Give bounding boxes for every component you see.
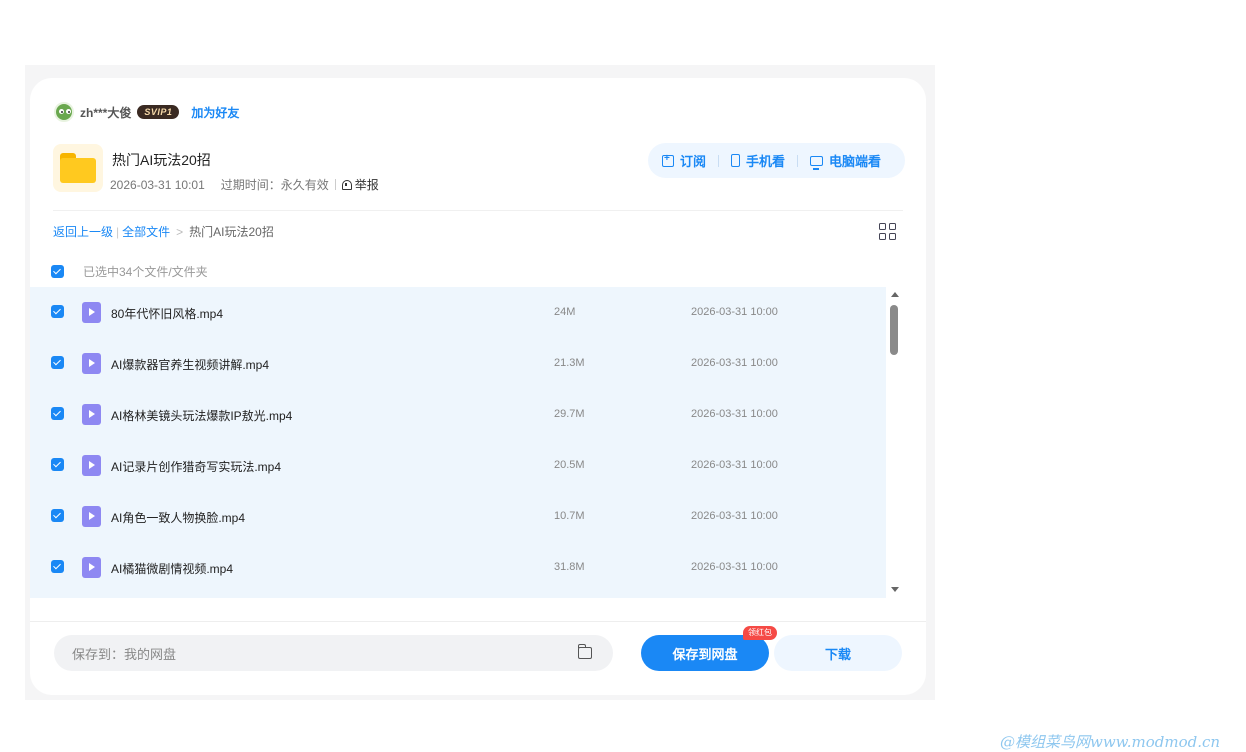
phone-view-button[interactable]: 手机看	[731, 151, 785, 170]
file-checkbox[interactable]	[51, 458, 64, 471]
monitor-icon	[810, 155, 824, 170]
grid-view-icon[interactable]	[879, 223, 896, 240]
meta-divider	[334, 179, 336, 190]
file-checkbox[interactable]	[51, 407, 64, 420]
report-icon	[341, 179, 352, 190]
file-row[interactable]: 80年代怀旧风格.mp4 24M 2026-03-31 10:00	[30, 287, 886, 338]
breadcrumb-back[interactable]: 返回上一级	[53, 223, 113, 240]
file-date: 2026-03-31 10:00	[691, 510, 778, 522]
file-date: 2026-03-31 10:00	[691, 306, 778, 318]
file-size: 20.5M	[554, 459, 585, 471]
file-name[interactable]: 80年代怀旧风格.mp4	[111, 305, 223, 322]
report-button[interactable]: 举报	[341, 176, 379, 193]
vip-badge: SVIP1	[137, 105, 180, 119]
scrollbar-thumb[interactable]	[890, 305, 898, 355]
file-date: 2026-03-31 10:00	[691, 357, 778, 369]
breadcrumb-arrow: >	[176, 224, 184, 239]
file-row[interactable]: AI爆款器官养生视频讲解.mp4 21.3M 2026-03-31 10:00	[30, 338, 886, 389]
share-meta: 2026-03-31 10:01 过期时间：永久有效 举报	[110, 176, 379, 193]
action-divider	[797, 154, 799, 167]
file-size: 21.3M	[554, 357, 585, 369]
pc-view-label: 电脑端看	[829, 154, 882, 169]
video-file-icon	[82, 353, 101, 374]
file-row[interactable]: AI角色一致人物换脸.mp4 10.7M 2026-03-31 10:00	[30, 491, 886, 542]
sharer-info: zh***大俊 SVIP1 加为好友	[54, 102, 239, 122]
breadcrumb-separator: |	[116, 224, 120, 239]
share-folder-thumbnail	[53, 144, 103, 192]
select-all-row: 已选中34个文件/文件夹	[51, 263, 208, 280]
view-actions: 订阅 手机看 电脑端看	[648, 143, 905, 178]
pc-view-button[interactable]: 电脑端看	[810, 151, 881, 170]
subscribe-button[interactable]: 订阅	[662, 151, 706, 170]
download-button[interactable]: 下载	[774, 635, 902, 671]
save-location-label: 保存到：我的网盘	[72, 646, 177, 662]
file-name[interactable]: AI爆款器官养生视频讲解.mp4	[111, 356, 269, 373]
sharer-name: zh***大俊	[80, 105, 132, 120]
video-file-icon	[82, 455, 101, 476]
share-expire-time: 过期时间：永久有效	[220, 178, 329, 192]
breadcrumb-current: 热门AI玩法20招	[189, 225, 274, 239]
breadcrumb: 返回上一级 | 全部文件 > 热门AI玩法20招	[53, 223, 274, 240]
phone-icon	[731, 154, 741, 167]
selection-count: 已选中34个文件/文件夹	[83, 265, 208, 279]
file-name[interactable]: AI橘猫微剧情视频.mp4	[111, 560, 233, 577]
video-file-icon	[82, 302, 101, 323]
file-checkbox[interactable]	[51, 509, 64, 522]
share-title: 热门AI玩法20招	[112, 152, 211, 168]
file-checkbox[interactable]	[51, 560, 64, 573]
action-divider	[718, 154, 720, 167]
file-row[interactable]: AI橘猫微剧情视频.mp4 31.8M 2026-03-31 10:00	[30, 542, 886, 593]
scroll-up-arrow-icon[interactable]	[891, 292, 899, 297]
file-checkbox[interactable]	[51, 305, 64, 318]
subscribe-icon	[662, 153, 674, 167]
video-file-icon	[82, 557, 101, 578]
video-file-icon	[82, 404, 101, 425]
file-row[interactable]: AI记录片创作猎奇写实玩法.mp4 20.5M 2026-03-31 10:00	[30, 440, 886, 491]
file-checkbox[interactable]	[51, 356, 64, 369]
file-name[interactable]: AI角色一致人物换脸.mp4	[111, 509, 245, 526]
avatar-icon[interactable]	[54, 102, 74, 122]
select-all-checkbox[interactable]	[51, 265, 64, 278]
file-size: 29.7M	[554, 408, 585, 420]
scroll-down-arrow-icon[interactable]	[891, 587, 899, 592]
file-date: 2026-03-31 10:00	[691, 408, 778, 420]
file-name[interactable]: AI记录片创作猎奇写实玩法.mp4	[111, 458, 281, 475]
file-size: 24M	[554, 306, 576, 318]
footer-divider	[30, 621, 926, 622]
red-packet-badge: 领红包	[743, 626, 777, 640]
breadcrumb-all-files[interactable]: 全部文件	[122, 223, 170, 240]
file-date: 2026-03-31 10:00	[691, 459, 778, 471]
report-label: 举报	[354, 178, 379, 192]
subscribe-label: 订阅	[680, 154, 707, 169]
file-size: 10.7M	[554, 510, 585, 522]
folder-icon	[60, 153, 96, 183]
video-file-icon	[82, 506, 101, 527]
share-created-time: 2026-03-31 10:01	[110, 177, 205, 192]
add-friend-link[interactable]: 加为好友	[191, 104, 239, 121]
file-list: 80年代怀旧风格.mp4 24M 2026-03-31 10:00 AI爆款器官…	[30, 287, 886, 598]
header-divider	[53, 210, 903, 211]
save-location-field[interactable]: 保存到：我的网盘	[54, 635, 613, 671]
file-date: 2026-03-31 10:00	[691, 561, 778, 573]
file-row[interactable]: AI格林美镜头玩法爆款IP敖光.mp4 29.7M 2026-03-31 10:…	[30, 389, 886, 440]
file-size: 31.8M	[554, 561, 585, 573]
phone-view-label: 手机看	[746, 154, 786, 169]
folder-picker-icon[interactable]	[577, 644, 592, 659]
save-to-drive-button[interactable]: 保存到网盘	[641, 635, 769, 671]
file-name[interactable]: AI格林美镜头玩法爆款IP敖光.mp4	[111, 407, 292, 424]
